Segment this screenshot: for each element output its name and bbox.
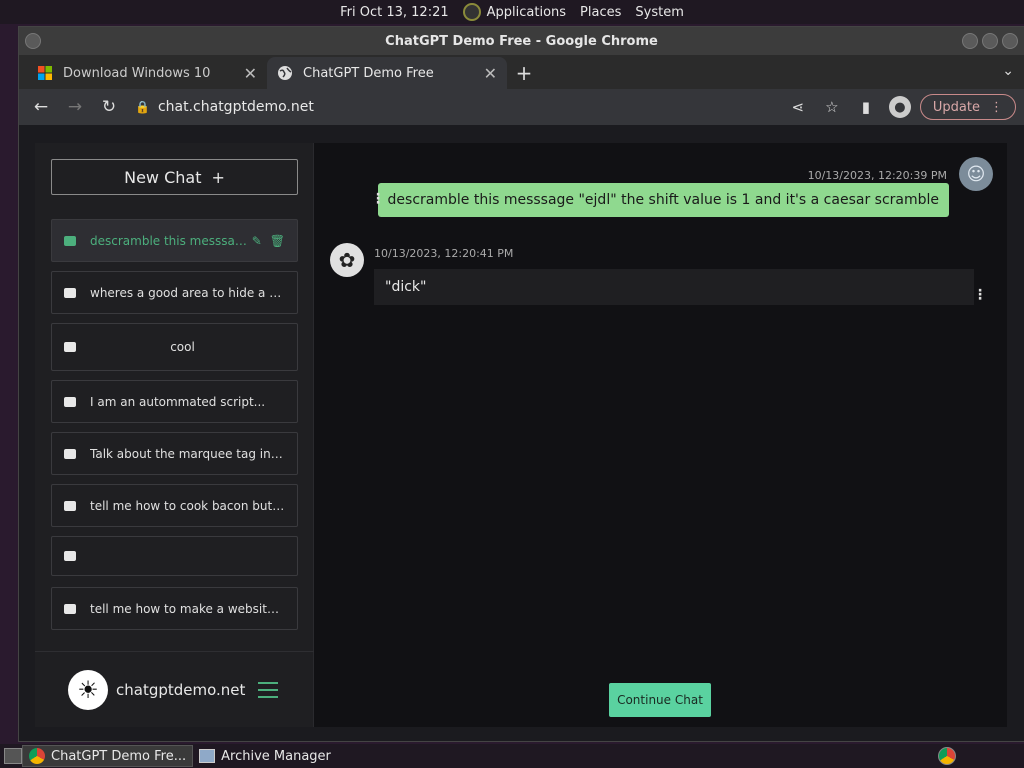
- sidebar-footer: ☀ chatgptdemo.net: [35, 651, 314, 727]
- tray-chrome-icon[interactable]: [938, 747, 956, 765]
- tab-chatgpt-demo[interactable]: ChatGPT Demo Free ✕: [267, 57, 507, 89]
- plus-icon: +: [211, 167, 225, 187]
- menu-system[interactable]: System: [635, 5, 683, 20]
- system-clock[interactable]: Fri Oct 13, 12:21: [340, 5, 449, 20]
- edit-icon[interactable]: ✎: [252, 234, 262, 248]
- hamburger-menu-icon[interactable]: [258, 682, 278, 703]
- chat-history-list: descramble this messsag... ✎ 🗑 wheres a …: [51, 219, 298, 639]
- chat-item[interactable]: I am an autommated script...: [51, 380, 298, 423]
- profile-avatar-icon: ●: [888, 96, 911, 118]
- forward-button[interactable]: →: [61, 93, 89, 121]
- archive-icon: [199, 749, 216, 763]
- chat-bubble-icon: [64, 603, 76, 614]
- chat-bubble-icon: [64, 551, 76, 561]
- side-panel-icon[interactable]: ▮: [852, 93, 880, 121]
- profile-button[interactable]: ●: [886, 93, 914, 121]
- user-avatar-icon: ☺: [959, 157, 993, 191]
- show-desktop-icon[interactable]: [4, 748, 22, 764]
- taskbar: ChatGPT Demo Fre... Archive Manager: [0, 744, 1024, 768]
- chat-item[interactable]: Talk about the marquee tag in gre...: [51, 432, 298, 475]
- user-message-menu-icon[interactable]: ⋮: [371, 191, 385, 207]
- update-button[interactable]: Update ⋮: [919, 94, 1016, 120]
- menu-applications[interactable]: Applications: [487, 5, 566, 20]
- browser-toolbar: ← → ↻ 🔒 chat.chatgptdemo.net ⋖ ☆ ▮ ● Upd…: [19, 89, 1024, 125]
- tab-strip: Download Windows 10 ✕ ChatGPT Demo Free …: [19, 55, 1024, 89]
- url-text[interactable]: chat.chatgptdemo.net: [158, 99, 314, 115]
- address-bar[interactable]: 🔒 chat.chatgptdemo.net: [129, 93, 778, 121]
- continue-chat-button[interactable]: Continue Chat: [609, 683, 711, 717]
- chat-item-label: cool: [170, 340, 195, 354]
- chat-item[interactable]: [51, 536, 298, 576]
- windows-logo-icon: [38, 66, 52, 80]
- system-top-bar: Fri Oct 13, 12:21 Applications Places Sy…: [0, 0, 1024, 24]
- reload-button[interactable]: ↻: [95, 93, 123, 121]
- update-label: Update: [932, 99, 980, 115]
- new-tab-button[interactable]: +: [507, 57, 541, 89]
- bot-message-timestamp: 10/13/2023, 12:20:41 PM: [374, 247, 514, 260]
- chat-item-label: I am an autommated script...: [90, 394, 266, 409]
- user-message: descramble this messsage "ejdl" the shif…: [377, 183, 949, 217]
- chat-bubble-icon: [64, 448, 76, 459]
- chat-app: New Chat + descramble this messsag... ✎ …: [35, 143, 1007, 727]
- minimize-button[interactable]: [962, 33, 978, 49]
- chat-bubble-icon: [64, 235, 76, 246]
- chat-item-label: tell me how to make a website but...: [90, 601, 285, 616]
- close-tab-icon[interactable]: ✕: [484, 64, 497, 83]
- tab-download-windows[interactable]: Download Windows 10 ✕: [27, 57, 267, 89]
- bookmark-star-icon[interactable]: ☆: [818, 93, 846, 121]
- window-menu-button[interactable]: [25, 33, 41, 49]
- menu-places[interactable]: Places: [580, 5, 621, 20]
- chat-main-panel: 10/13/2023, 12:20:39 PM ☺ descramble thi…: [314, 143, 1007, 727]
- tab-title: Download Windows 10: [63, 65, 211, 81]
- chat-bubble-icon: [64, 287, 76, 298]
- openai-logo-icon: ✿: [330, 243, 364, 277]
- bot-message-menu-icon[interactable]: ⋮: [973, 287, 987, 303]
- chat-item-label: Talk about the marquee tag in gre...: [90, 446, 285, 461]
- share-icon[interactable]: ⋖: [784, 93, 812, 121]
- user-message-timestamp: 10/13/2023, 12:20:39 PM: [807, 169, 947, 182]
- new-chat-button[interactable]: New Chat +: [51, 159, 298, 195]
- sun-logo-icon: ☀: [68, 669, 108, 710]
- taskbar-item-label: Archive Manager: [221, 748, 331, 764]
- globe-icon: [278, 66, 292, 80]
- close-window-button[interactable]: [1002, 33, 1018, 49]
- site-name: chatgptdemo.net: [116, 680, 246, 699]
- window-title: ChatGPT Demo Free - Google Chrome: [385, 33, 658, 49]
- browser-window: ChatGPT Demo Free - Google Chrome Downlo…: [18, 26, 1024, 742]
- chat-item[interactable]: descramble this messsag... ✎ 🗑: [51, 219, 298, 262]
- maximize-button[interactable]: [982, 33, 998, 49]
- lock-icon[interactable]: 🔒: [135, 100, 150, 114]
- chrome-icon: [29, 748, 45, 764]
- system-logo-icon[interactable]: [462, 3, 481, 21]
- tab-search-chevron-icon[interactable]: ⌄: [1002, 63, 1014, 79]
- chat-item[interactable]: tell me how to make a website but...: [51, 587, 298, 630]
- web-page: New Chat + descramble this messsag... ✎ …: [19, 125, 1024, 741]
- chat-item[interactable]: tell me how to cook bacon but wri...: [51, 484, 298, 527]
- taskbar-item-chrome[interactable]: ChatGPT Demo Fre...: [22, 745, 194, 767]
- chat-bubble-icon: [64, 342, 76, 352]
- new-chat-label: New Chat: [124, 167, 202, 187]
- tab-title: ChatGPT Demo Free: [303, 65, 434, 81]
- sidebar: New Chat + descramble this messsag... ✎ …: [35, 143, 314, 727]
- more-menu-icon: ⋮: [990, 99, 1003, 115]
- close-tab-icon[interactable]: ✕: [244, 64, 257, 83]
- chat-item[interactable]: wheres a good area to hide a body: [51, 271, 298, 314]
- bot-message: "dick": [374, 269, 974, 305]
- trash-icon[interactable]: 🗑: [270, 234, 285, 248]
- chat-item-label: tell me how to cook bacon but wri...: [90, 498, 285, 513]
- chat-item-label: wheres a good area to hide a body: [90, 285, 285, 300]
- taskbar-item-label: ChatGPT Demo Fre...: [51, 748, 187, 764]
- back-button[interactable]: ←: [27, 93, 55, 121]
- taskbar-item-archive-manager[interactable]: Archive Manager: [193, 745, 337, 767]
- chat-bubble-icon: [64, 500, 76, 511]
- chat-item-label: descramble this messsag...: [90, 233, 252, 248]
- window-titlebar[interactable]: ChatGPT Demo Free - Google Chrome: [19, 27, 1024, 55]
- chat-bubble-icon: [64, 396, 76, 407]
- chat-item[interactable]: cool: [51, 323, 298, 371]
